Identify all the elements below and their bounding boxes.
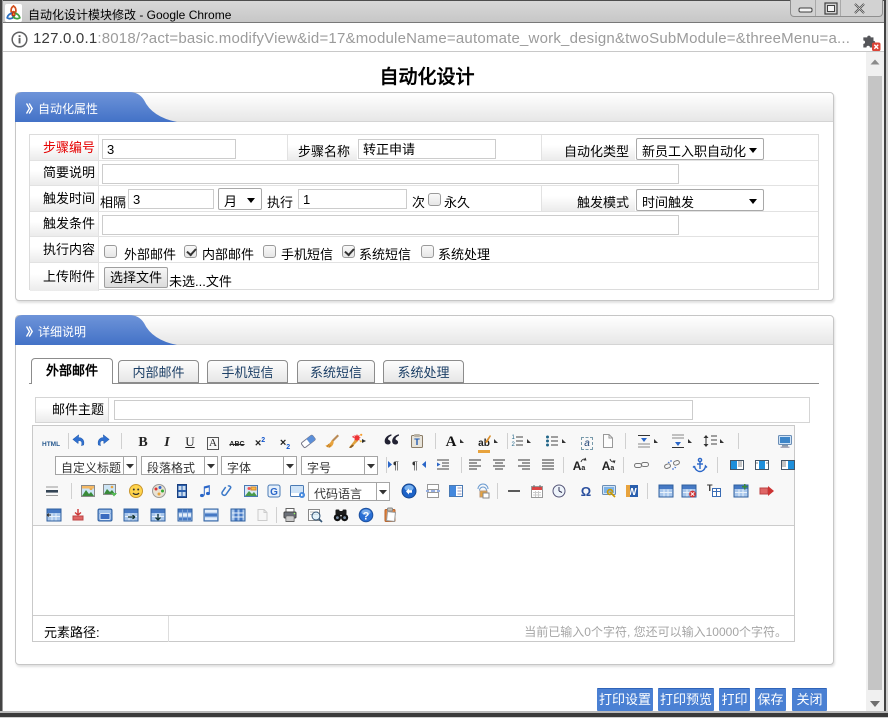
svg-text:2: 2 [512,442,516,448]
svg-text:1: 1 [512,435,516,441]
svg-text:¶: ¶ [412,460,418,472]
svg-text:¶: ¶ [393,460,399,472]
svg-text:“: “ [384,433,400,449]
svg-text:T: T [414,437,420,447]
svg-text:?: ? [363,511,370,523]
svg-text:G: G [270,487,278,498]
